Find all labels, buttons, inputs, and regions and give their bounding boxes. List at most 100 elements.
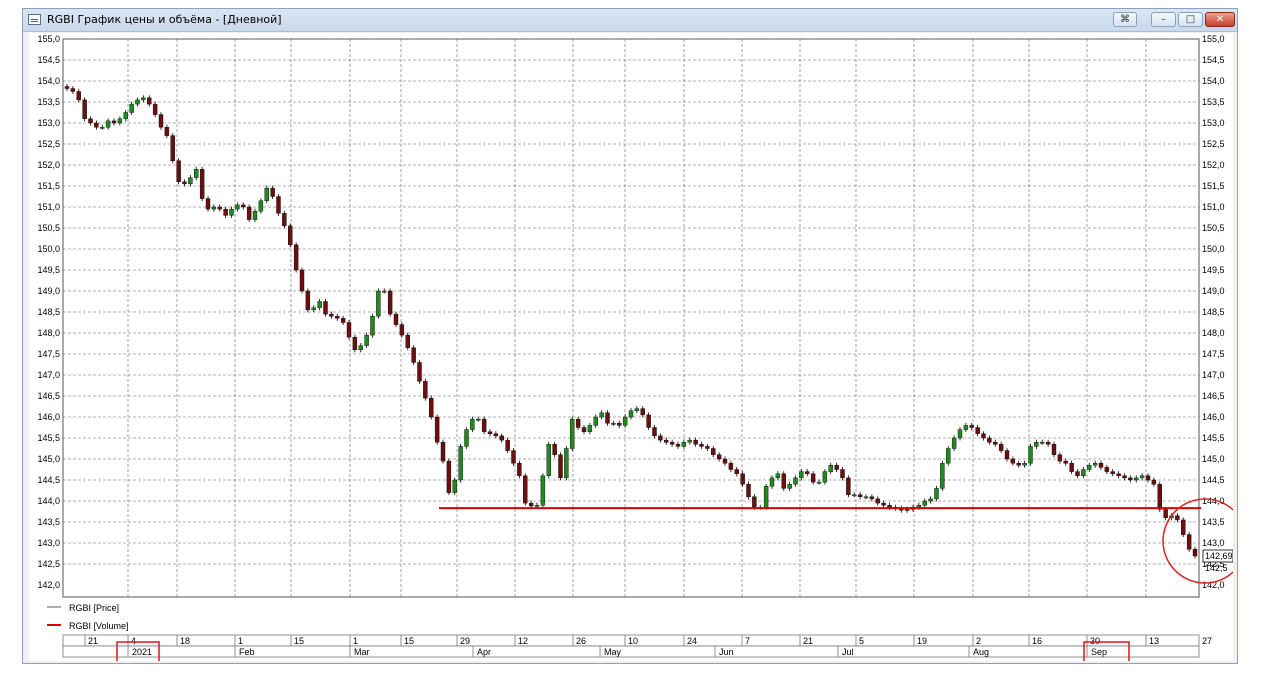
candle-body — [364, 334, 369, 346]
y-tick-label-left: 148,0 — [37, 328, 60, 338]
candle-body — [1110, 471, 1115, 474]
candle-body — [1186, 534, 1192, 550]
candle-body — [546, 444, 551, 476]
candle-body — [734, 469, 739, 474]
candle-body — [793, 477, 798, 485]
y-tick-label-right: 149,0 — [1202, 286, 1225, 296]
candle-body — [564, 448, 569, 479]
candle-body — [740, 473, 745, 485]
chart-window: RGBI График цены и объёма - [Дневной] ⌘ … — [22, 8, 1248, 665]
candle-body — [805, 471, 810, 474]
date-tick-label: 15 — [294, 636, 304, 646]
candle-body — [241, 204, 246, 208]
y-tick-label-right: 152,5 — [1202, 139, 1225, 149]
candle-body — [429, 397, 434, 418]
y-tick-label-left: 143,0 — [37, 538, 60, 548]
candle-body — [335, 316, 340, 319]
candle-body — [434, 416, 440, 443]
date-tick-label: 1 — [238, 636, 243, 646]
candle-body — [147, 97, 152, 105]
candle-body — [135, 99, 140, 105]
candle-body — [904, 509, 910, 511]
title-bar[interactable]: RGBI График цены и объёма - [Дневной] ⌘ … — [23, 9, 1237, 32]
month-label: Jun — [719, 647, 734, 657]
candle-body — [387, 290, 393, 315]
y-tick-label-left: 149,0 — [37, 286, 60, 296]
candle-body — [940, 463, 945, 489]
candle-body — [1122, 475, 1127, 479]
y-tick-label-right: 147,0 — [1202, 370, 1225, 380]
y-tick-label-left: 149,5 — [37, 265, 60, 275]
close-button[interactable]: ✕ — [1205, 12, 1235, 27]
y-tick-label-right: 146,0 — [1202, 412, 1225, 422]
candle-body — [1010, 458, 1016, 464]
legend: RGBI [Price] RGBI [Volume] — [47, 603, 129, 631]
candle-body — [852, 494, 857, 497]
candle-body — [446, 460, 452, 493]
y-tick-label-right: 144,0 — [1202, 496, 1225, 506]
candle-body — [534, 505, 540, 507]
candle-body — [158, 114, 164, 128]
price-chart[interactable]: 155,0 155,0 154,5 154,5 154,0 154,0 153,5 153,5… — [29, 33, 1248, 665]
candle-body — [399, 324, 405, 336]
candle-body — [916, 505, 922, 508]
candle-body — [975, 427, 980, 435]
candle-body — [1034, 442, 1039, 447]
candle-body — [605, 412, 610, 424]
candle-body — [452, 479, 457, 493]
candle-body — [828, 465, 833, 472]
chart-area: 155,0 155,0 154,5 154,5 154,0 154,0 153,5 153,5… — [29, 33, 1248, 665]
y-tick-label-left: 148,5 — [37, 307, 60, 317]
candle-body — [1063, 460, 1068, 464]
candle-body — [100, 126, 105, 129]
candle-body — [117, 118, 123, 124]
candle-body — [681, 442, 687, 447]
candle-body — [987, 437, 992, 443]
maximize-button[interactable]: □ — [1178, 12, 1203, 27]
minimize-button[interactable]: – — [1151, 12, 1176, 27]
candle-body — [863, 496, 869, 499]
date-tick-label: 26 — [576, 636, 586, 646]
candle-body — [752, 496, 757, 508]
y-tick-label-right: 148,0 — [1202, 328, 1225, 338]
candle-body — [199, 168, 205, 199]
month-label: Aug — [973, 647, 989, 657]
month-label: Feb — [239, 647, 255, 657]
candle-body — [129, 103, 134, 113]
y-tick-label-left: 151,5 — [37, 181, 60, 191]
candle-body — [969, 425, 974, 428]
candle-body — [787, 484, 792, 489]
date-tick-label: 5 — [859, 636, 864, 646]
candle-body — [76, 91, 81, 101]
candle-body — [458, 446, 463, 481]
candle-body — [323, 301, 328, 315]
candle-body — [405, 334, 410, 348]
date-tick-label: 13 — [1149, 636, 1159, 646]
candle-body — [111, 120, 117, 124]
candle-body — [922, 500, 927, 506]
y-tick-label-right: 153,5 — [1202, 97, 1225, 107]
candle-body — [675, 444, 681, 447]
y-tick-label-right: 155,0 — [1202, 34, 1225, 44]
y-tick-label-left: 144,5 — [37, 475, 60, 485]
special-pin-button[interactable]: ⌘ — [1113, 12, 1137, 27]
candle-body — [229, 208, 234, 216]
candle-body — [869, 496, 875, 500]
candle-body — [857, 494, 863, 498]
candle-body — [1128, 477, 1133, 481]
y-tick-label-right: 150,0 — [1202, 244, 1225, 254]
candle-body — [993, 442, 998, 445]
candle-body — [417, 362, 422, 382]
month-label: 2021 — [132, 647, 152, 657]
candle-body — [246, 206, 252, 220]
candle-body — [82, 99, 87, 120]
right-stub-label: 142,5 — [1205, 563, 1228, 573]
candle-body — [1016, 463, 1021, 466]
candle-body — [223, 208, 228, 216]
y-tick-label-left: 145,0 — [37, 454, 60, 464]
y-tick-label-right: 153,0 — [1202, 118, 1225, 128]
candle-body — [570, 418, 575, 449]
candle-body — [1157, 484, 1162, 510]
candle-body — [722, 458, 728, 464]
candle-body — [1098, 463, 1104, 468]
